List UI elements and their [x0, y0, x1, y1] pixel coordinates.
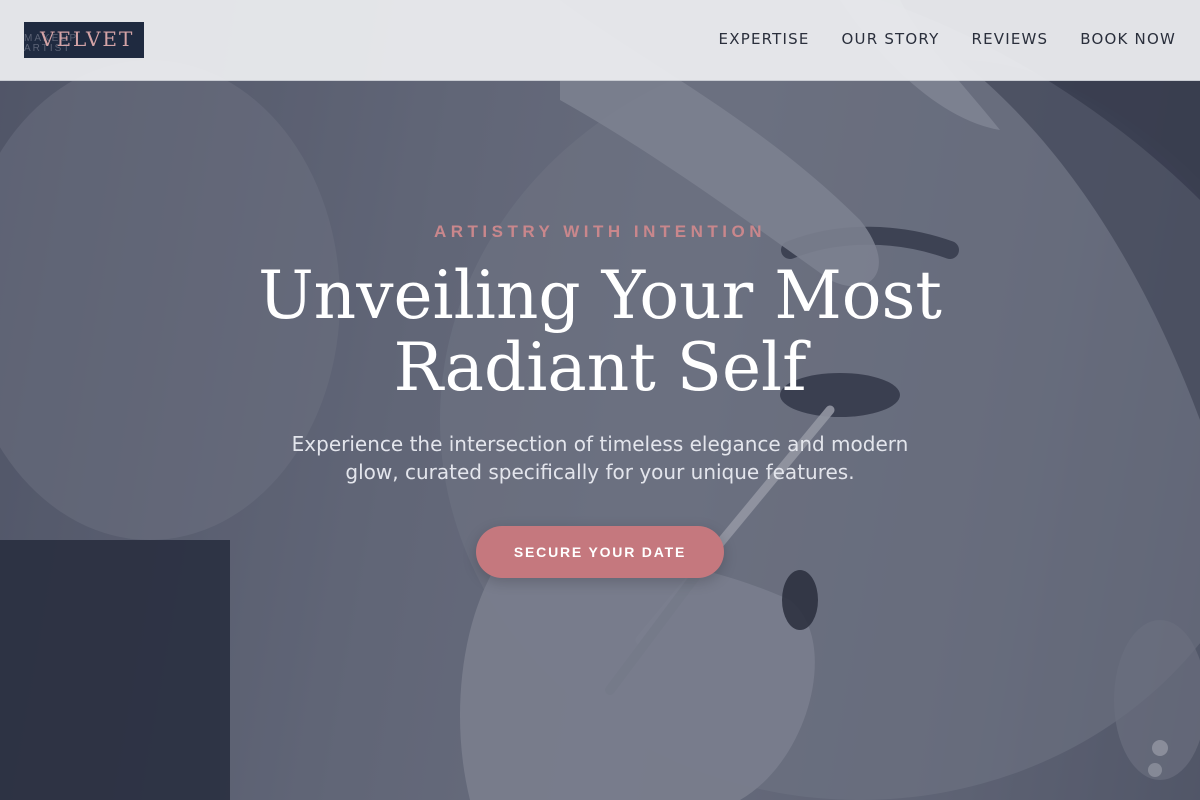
hero-title-line-2: Radiant Self — [393, 329, 807, 406]
secure-your-date-button[interactable]: SECURE YOUR DATE — [476, 526, 724, 578]
main-nav: EXPERTISE OUR STORY REVIEWS BOOK NOW — [719, 30, 1176, 48]
landing-page: MAKEUP ARTIST VELVET EXPERTISE OUR STORY… — [0, 0, 1200, 800]
hero-section: ARTISTRY WITH INTENTION Unveiling Your M… — [0, 0, 1200, 800]
brand-logo[interactable]: MAKEUP ARTIST VELVET — [24, 22, 144, 58]
logo-wordmark: VELVET — [40, 27, 135, 51]
nav-link-reviews[interactable]: REVIEWS — [971, 30, 1048, 48]
hero-eyebrow: ARTISTRY WITH INTENTION — [433, 222, 767, 241]
hero-subtitle: Experience the intersection of timeless … — [291, 432, 909, 484]
nav-link-book-now[interactable]: BOOK NOW — [1080, 30, 1176, 48]
nav-link-our-story[interactable]: OUR STORY — [842, 30, 940, 48]
site-header: MAKEUP ARTIST VELVET EXPERTISE OUR STORY… — [0, 0, 1200, 81]
nav-link-expertise[interactable]: EXPERTISE — [719, 30, 810, 48]
hero-title-line-1: Unveiling Your Most — [258, 257, 942, 334]
hero-title: Unveiling Your Most Radiant Self — [200, 260, 1000, 404]
